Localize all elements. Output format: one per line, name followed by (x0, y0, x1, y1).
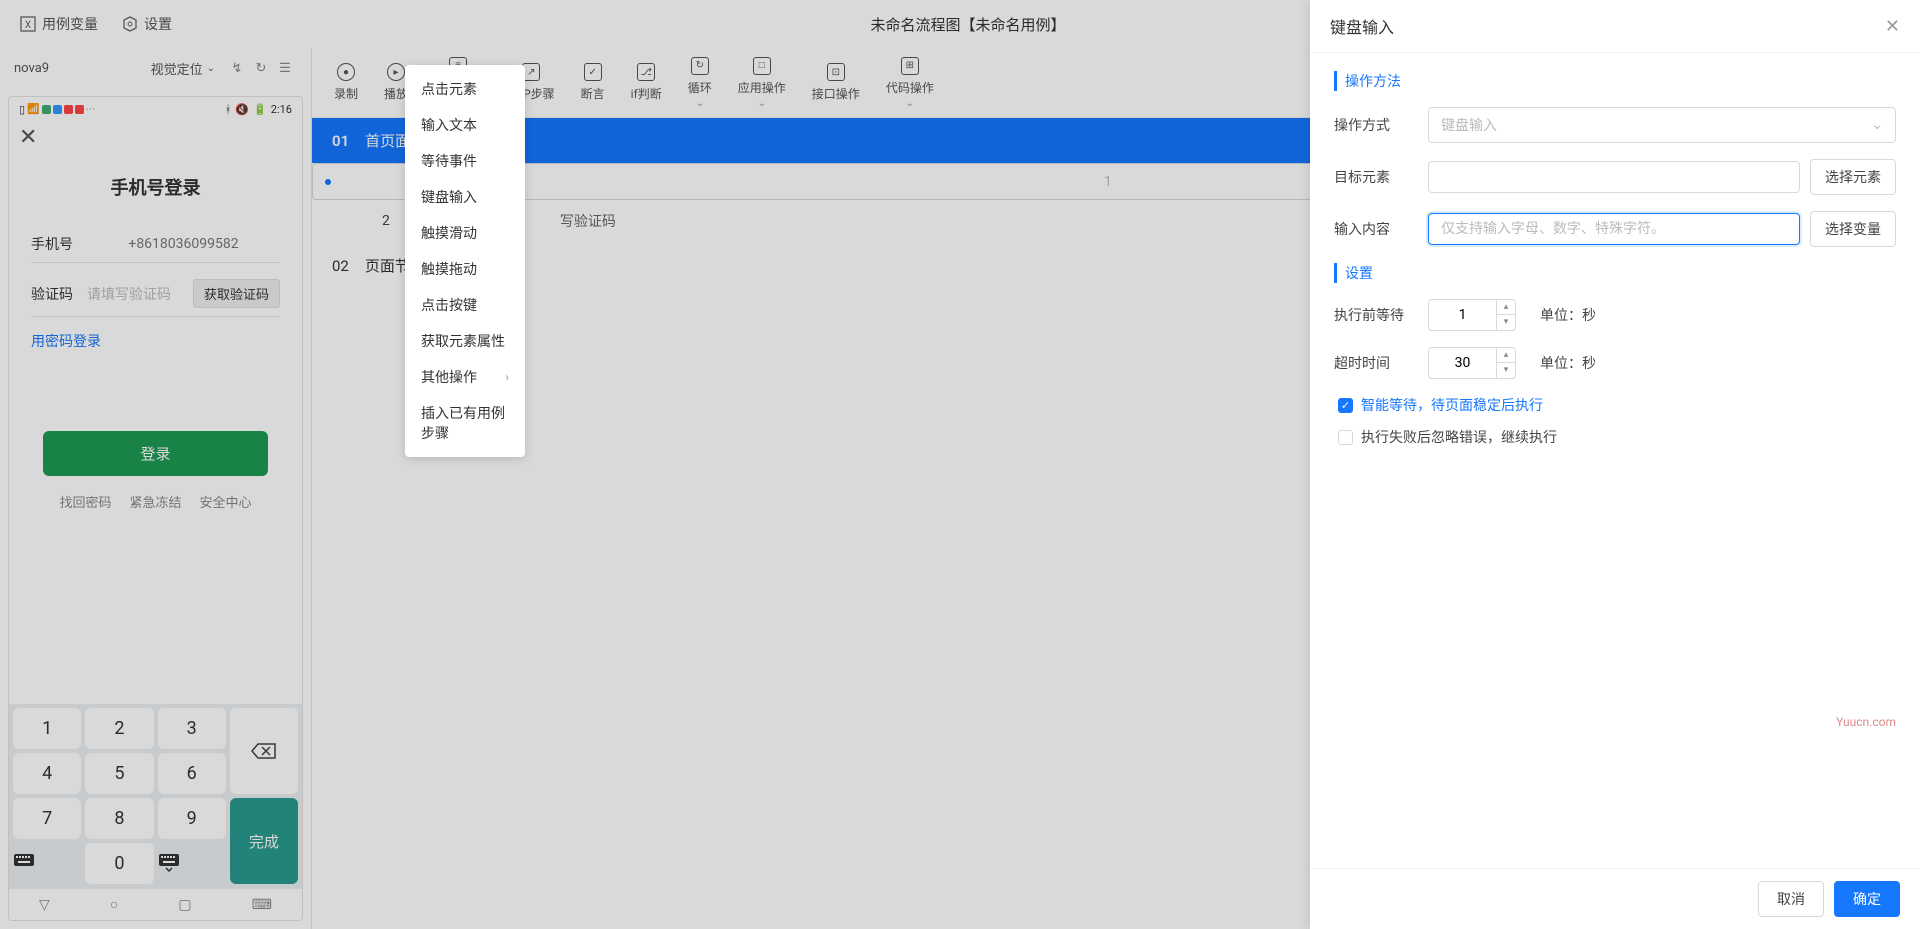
smart-wait-checkbox[interactable]: ✓ 智能等待，待页面稳定后执行 (1338, 395, 1896, 415)
timeout-input[interactable] (1428, 347, 1496, 379)
input-content-label: 输入内容 (1334, 219, 1418, 239)
target-element-input[interactable] (1428, 161, 1800, 193)
common-ops-dropdown: 点击元素 输入文本 等待事件 键盘输入 触摸滑动 触摸拖动 点击按键 获取元素属… (405, 65, 525, 457)
section-settings: 设置 (1334, 263, 1896, 283)
wait-stepper[interactable]: ▴▾ (1428, 299, 1516, 331)
ignore-error-checkbox[interactable]: 执行失败后忽略错误，继续执行 (1338, 427, 1896, 447)
chevron-right-icon: › (505, 370, 509, 384)
drawer-close-icon[interactable]: ✕ (1885, 16, 1900, 37)
menu-wait-event[interactable]: 等待事件 (405, 143, 525, 179)
select-variable-button[interactable]: 选择变量 (1810, 211, 1896, 247)
step-down-icon[interactable]: ▾ (1496, 363, 1516, 379)
menu-keyboard-input[interactable]: 键盘输入 (405, 179, 525, 215)
op-mode-select[interactable]: 键盘输入⌄ (1428, 107, 1896, 143)
wait-input[interactable] (1428, 299, 1496, 331)
menu-insert-case-steps[interactable]: 插入已有用例步骤 (405, 395, 525, 451)
menu-other-ops[interactable]: 其他操作› (405, 359, 525, 395)
drawer-title: 键盘输入 (1330, 14, 1394, 38)
wait-unit: 单位：秒 (1540, 305, 1596, 325)
menu-get-element-attr[interactable]: 获取元素属性 (405, 323, 525, 359)
step-up-icon[interactable]: ▴ (1496, 299, 1516, 315)
cancel-button[interactable]: 取消 (1758, 881, 1824, 917)
menu-touch-swipe[interactable]: 触摸滑动 (405, 215, 525, 251)
step-down-icon[interactable]: ▾ (1496, 315, 1516, 331)
checkbox-icon (1338, 430, 1353, 445)
menu-touch-drag[interactable]: 触摸拖动 (405, 251, 525, 287)
step-up-icon[interactable]: ▴ (1496, 347, 1516, 363)
checkbox-icon: ✓ (1338, 398, 1353, 413)
input-content-input[interactable] (1428, 213, 1800, 245)
op-mode-label: 操作方式 (1334, 115, 1418, 135)
timeout-stepper[interactable]: ▴▾ (1428, 347, 1516, 379)
timeout-label: 超时时间 (1334, 353, 1418, 373)
wait-before-label: 执行前等待 (1334, 305, 1418, 325)
menu-click-element[interactable]: 点击元素 (405, 71, 525, 107)
keyboard-input-drawer: 键盘输入 ✕ 操作方法 操作方式 键盘输入⌄ 目标元素 选择元素 输入内容 选择… (1310, 0, 1920, 929)
chevron-down-icon: ⌄ (1871, 117, 1883, 133)
select-element-button[interactable]: 选择元素 (1810, 159, 1896, 195)
menu-input-text[interactable]: 输入文本 (405, 107, 525, 143)
timeout-unit: 单位：秒 (1540, 353, 1596, 373)
target-element-label: 目标元素 (1334, 167, 1418, 187)
ok-button[interactable]: 确定 (1834, 881, 1900, 917)
section-operation: 操作方法 (1334, 71, 1896, 91)
menu-click-key[interactable]: 点击按键 (405, 287, 525, 323)
